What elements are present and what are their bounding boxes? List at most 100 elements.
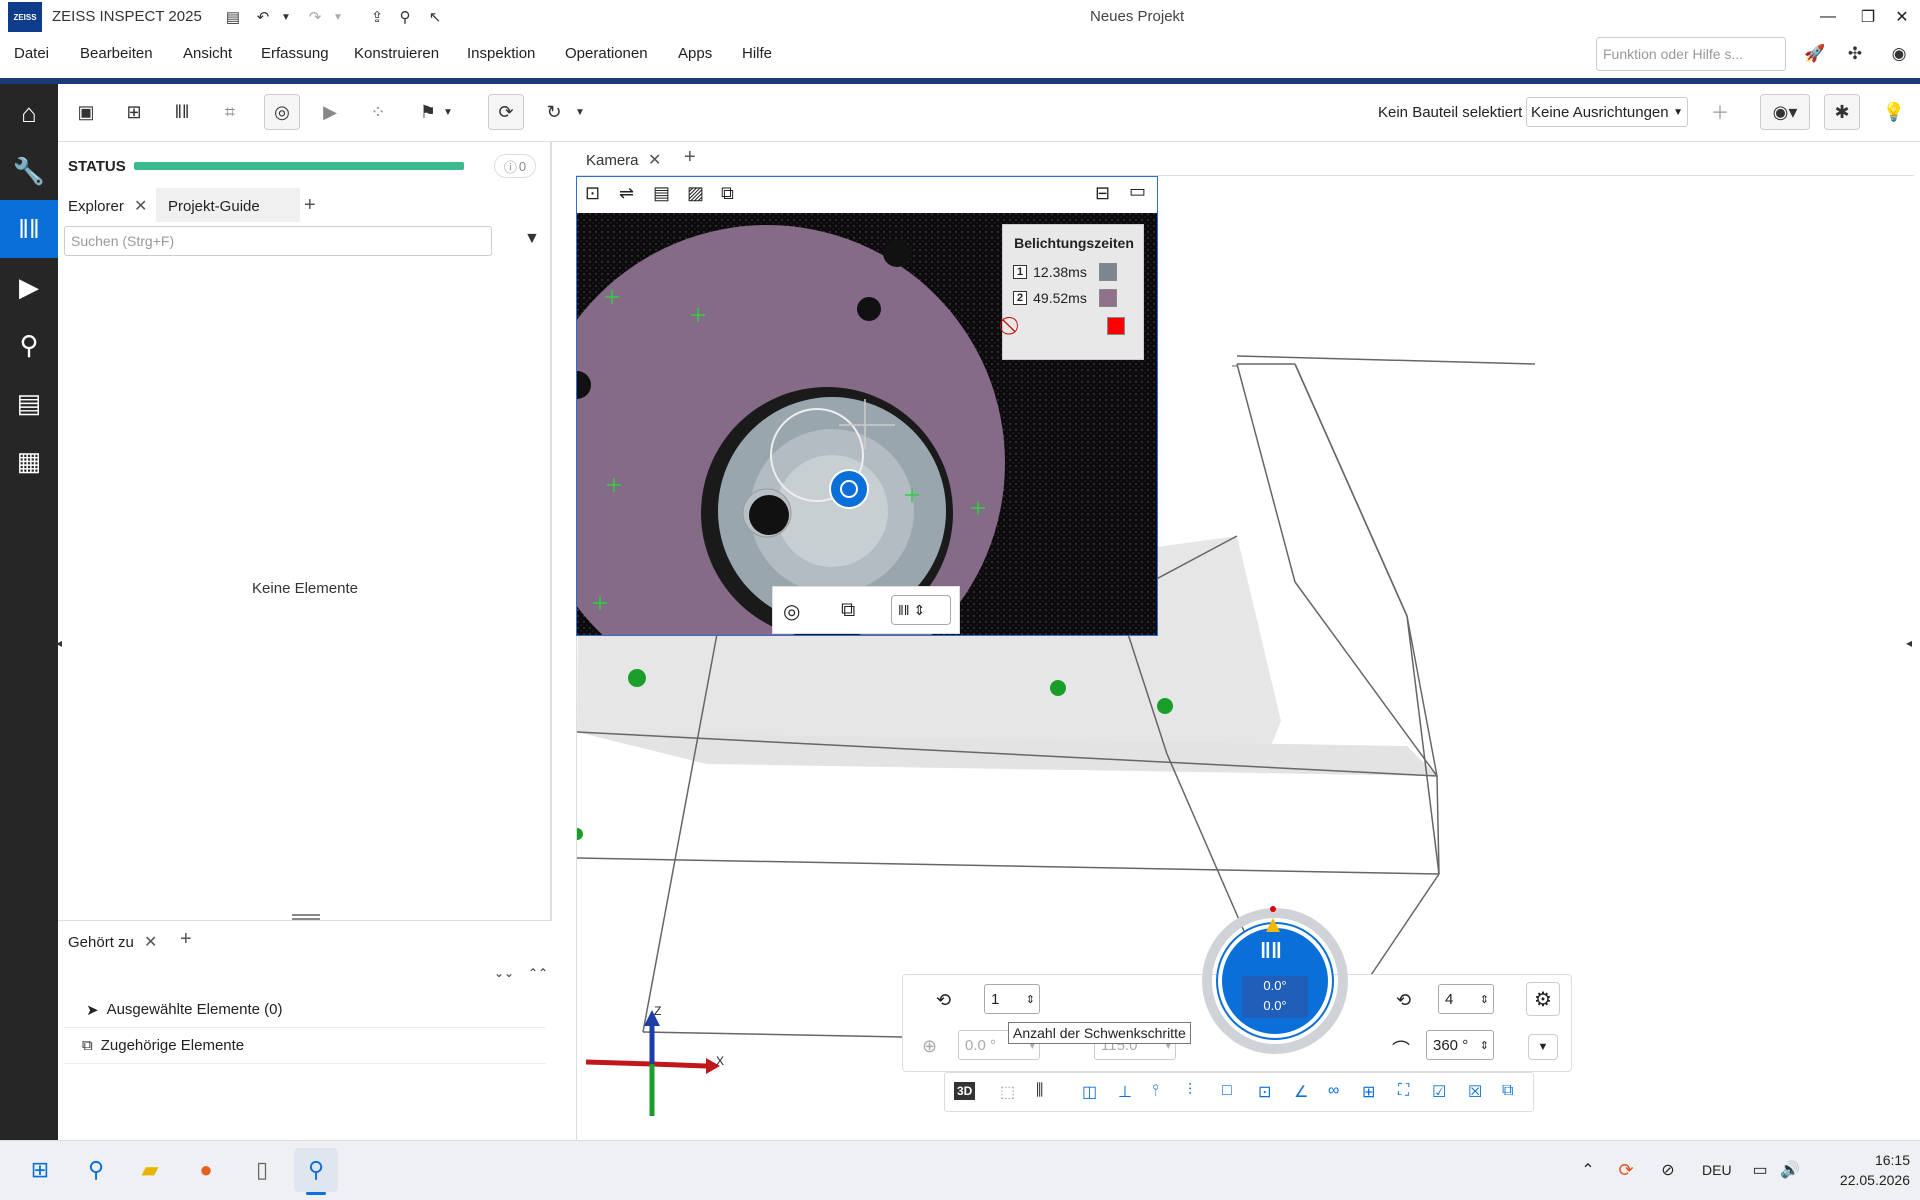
pip-icon[interactable]: ⊟: [1095, 183, 1110, 204]
crop-icon[interactable]: ⌗: [212, 94, 248, 130]
undo-icon[interactable]: ↶: [252, 6, 274, 28]
light-icon[interactable]: ✱: [1824, 94, 1860, 130]
snapshot-icon[interactable]: ⊡: [585, 183, 600, 204]
mode-spinner[interactable]: ‖‖ ⇕: [891, 595, 951, 625]
plane-icon[interactable]: ◫: [1082, 1082, 1097, 1102]
angle-measure-icon[interactable]: ∠: [1294, 1082, 1308, 1102]
refresh-icon[interactable]: ↻: [536, 94, 572, 130]
apps-grid-icon[interactable]: ▦: [0, 432, 58, 490]
undo-dropdown-icon[interactable]: ▼: [278, 6, 294, 28]
collapse-all-icon[interactable]: ⌃⌃: [528, 966, 548, 980]
rocket-icon[interactable]: 🚀: [1802, 41, 1828, 67]
save-icon[interactable]: ▤: [222, 6, 244, 28]
grid-select-icon[interactable]: ⊞: [1362, 1082, 1375, 1102]
select-icon[interactable]: ⬚: [1000, 1082, 1015, 1102]
collapse-right-icon[interactable]: ◂: [1906, 636, 1912, 650]
frame-icon[interactable]: ⊡: [1258, 1082, 1271, 1102]
check-icon[interactable]: ☑: [1432, 1082, 1446, 1102]
cursor-icon[interactable]: ↖: [424, 6, 446, 28]
add-tab-icon[interactable]: +: [304, 194, 316, 217]
mirror-icon[interactable]: ⫼: [1036, 1082, 1043, 1100]
minimize-button[interactable]: —: [1808, 4, 1848, 30]
menu-apps[interactable]: Apps: [678, 45, 712, 62]
add-belongs-tab-icon[interactable]: +: [180, 928, 192, 951]
home-icon[interactable]: ⌂: [0, 84, 58, 142]
3d-view-icon[interactable]: 3D: [954, 1082, 976, 1100]
filter-icon[interactable]: ▼: [524, 230, 540, 248]
link-icon[interactable]: ∞: [1328, 1082, 1339, 1100]
range-spinner[interactable]: 360 ° ⇕: [1426, 1030, 1494, 1060]
windows-start-icon[interactable]: ⊞: [18, 1148, 62, 1192]
display-icon[interactable]: ▤: [653, 183, 670, 204]
file-explorer-icon[interactable]: ▰: [128, 1148, 172, 1192]
bulb-icon[interactable]: 💡: [1876, 94, 1912, 130]
transform-icon[interactable]: ⧉: [1502, 1082, 1513, 1100]
add-viewport-tab-icon[interactable]: +: [684, 146, 696, 169]
menu-inspektion[interactable]: Inspektion: [467, 45, 535, 62]
align-bottom-icon[interactable]: ⊥: [1118, 1082, 1132, 1102]
tab-belongs-to[interactable]: Gehört zu: [68, 934, 134, 951]
wrench-icon[interactable]: 🔧: [0, 142, 58, 200]
adjust-icon[interactable]: ⇌: [619, 183, 634, 204]
menu-datei[interactable]: Datei: [14, 45, 49, 62]
target-marker[interactable]: [829, 469, 869, 509]
acquisition-icon[interactable]: ‖‖: [0, 200, 58, 258]
maximize-camera-icon[interactable]: ▭: [1129, 181, 1146, 202]
puzzle-icon[interactable]: ✣: [1842, 41, 1868, 67]
overlay-icon[interactable]: ▨: [687, 183, 704, 204]
taskbar-search-icon[interactable]: ⚲: [74, 1148, 118, 1192]
play-icon[interactable]: ▶: [312, 94, 348, 130]
redo-dropdown-icon[interactable]: ▼: [330, 6, 346, 28]
steps-spinner-right[interactable]: 4 ⇕: [1438, 984, 1494, 1014]
close-belongs-icon[interactable]: ✕: [144, 932, 157, 952]
flag-dropdown-icon[interactable]: ▼: [440, 94, 456, 130]
menu-hilfe[interactable]: Hilfe: [742, 45, 772, 62]
document-icon[interactable]: ▯: [240, 1148, 284, 1192]
view-icon[interactable]: ◉▾: [1760, 94, 1810, 130]
menu-bearbeiten[interactable]: Bearbeiten: [80, 45, 153, 62]
list-item[interactable]: ➤ Ausgewählte Elemente (0): [64, 992, 546, 1028]
zeiss-inspect-taskbar-icon[interactable]: ⚲: [294, 1148, 338, 1192]
compare-icon[interactable]: ⧉: [721, 183, 734, 204]
menu-operationen[interactable]: Operationen: [565, 45, 648, 62]
network-off-icon[interactable]: ⊘: [1646, 1148, 1690, 1192]
volume-icon[interactable]: 🔊: [1768, 1148, 1812, 1192]
more-dropdown-icon[interactable]: ▼: [1528, 1034, 1558, 1060]
layout-icon[interactable]: ▣: [68, 94, 104, 130]
info-badge[interactable]: ⓘ 0: [494, 154, 536, 178]
explorer-search-input[interactable]: Suchen (Strg+F): [64, 226, 492, 256]
exposure-select-icon[interactable]: ⧉: [841, 599, 855, 622]
collapse-left-icon[interactable]: ◂: [56, 636, 62, 650]
target-icon[interactable]: ◎: [783, 599, 800, 624]
sensor-icon[interactable]: ◎: [264, 94, 300, 130]
new-element-icon[interactable]: ⊞: [116, 94, 152, 130]
distribute-icon[interactable]: ⫶: [1188, 1082, 1192, 1100]
camera-icon[interactable]: ▶: [0, 258, 58, 316]
menu-ansicht[interactable]: Ansicht: [183, 45, 232, 62]
tab-project-guide[interactable]: Projekt-Guide: [168, 198, 260, 215]
menu-erfassung[interactable]: Erfassung: [261, 45, 329, 62]
points-icon[interactable]: ⁘: [360, 94, 396, 130]
export-icon[interactable]: ⇪: [366, 6, 388, 28]
user-icon[interactable]: ◉: [1886, 41, 1912, 67]
list-item[interactable]: ⧉ Zugehörige Elemente: [64, 1028, 546, 1064]
close-kamera-icon[interactable]: ✕: [648, 150, 661, 170]
tab-kamera[interactable]: Kamera: [586, 152, 639, 169]
firefox-icon[interactable]: ●: [184, 1148, 228, 1192]
add-icon[interactable]: ＋: [1702, 94, 1738, 130]
align-center-icon[interactable]: ⫯: [1152, 1082, 1159, 1100]
tab-explorer[interactable]: Explorer: [68, 198, 124, 215]
report-icon[interactable]: ⚲: [394, 6, 416, 28]
alignment-dropdown[interactable]: Keine Ausrichtungen ▼: [1526, 97, 1688, 127]
sync-icon[interactable]: ⟳: [488, 94, 524, 130]
steps-spinner-left[interactable]: 1 ⇕: [984, 984, 1040, 1014]
settings-gear-icon[interactable]: ⚙: [1526, 982, 1560, 1016]
sync-tray-icon[interactable]: ⟳: [1604, 1148, 1648, 1192]
fit-icon[interactable]: ⛶: [1398, 1082, 1409, 1100]
refresh-dropdown-icon[interactable]: ▼: [572, 94, 588, 130]
language-indicator[interactable]: DEU: [1702, 1162, 1732, 1178]
inspection-search-icon[interactable]: ⚲: [0, 316, 58, 374]
measure-icon[interactable]: ‖‖: [164, 94, 200, 130]
expand-all-icon[interactable]: ⌄⌄: [494, 966, 514, 980]
redo-icon[interactable]: ↷: [304, 6, 326, 28]
